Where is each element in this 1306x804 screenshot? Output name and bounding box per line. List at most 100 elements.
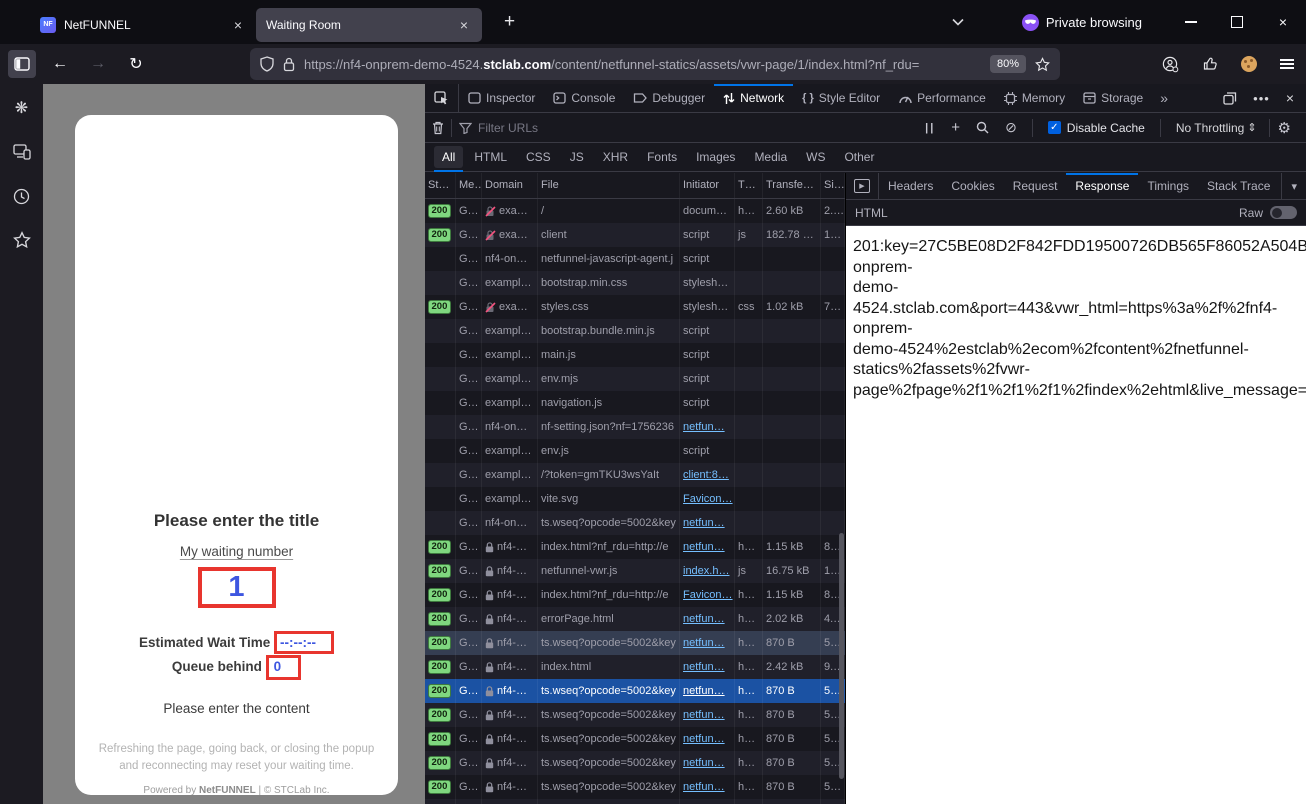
search-icon[interactable] [968, 121, 997, 134]
tab-performance[interactable]: Performance [889, 84, 995, 112]
initiator-link[interactable]: Favicon… [683, 487, 733, 511]
filter-js[interactable]: JS [562, 146, 592, 168]
request-row[interactable]: G…nf4-on…ts.wseq?opcode=5002&keynetfun… [425, 511, 845, 535]
filter-urls-input[interactable]: Filter URLs [478, 121, 538, 135]
tab-close-icon[interactable]: × [456, 16, 472, 34]
filter-media[interactable]: Media [746, 146, 795, 168]
request-row[interactable]: 200G…nf4-…ts.wseq?opcode=5002&keynetfun…… [425, 679, 845, 703]
history-clock-icon[interactable] [12, 186, 32, 206]
tab-response[interactable]: Response [1066, 173, 1138, 199]
column-status[interactable]: St… [425, 173, 456, 198]
request-row[interactable]: G…nf4-on…nf-setting.json?nf=1756236netfu… [425, 415, 845, 439]
initiator-link[interactable]: Favicon… [683, 583, 733, 607]
initiator-link[interactable]: netfun… [683, 727, 725, 751]
column-transferred[interactable]: Transfe… [763, 173, 821, 198]
initiator-link[interactable]: netfun… [683, 679, 725, 703]
initiator-link[interactable]: netfun… [683, 631, 725, 655]
tab-cookies[interactable]: Cookies [942, 173, 1003, 199]
request-row[interactable]: 200G…exa…clientscriptjs182.78 …1… [425, 223, 845, 247]
pick-element-icon[interactable] [425, 84, 459, 112]
request-row[interactable]: 200G…nf4-…ts.wseq?opcode=5002&keynetfun…… [425, 631, 845, 655]
request-row[interactable]: 200G…nf4-…index.html?nf_rdu=http://enetf… [425, 535, 845, 559]
forward-button[interactable]: → [84, 50, 112, 78]
initiator-link[interactable]: netfun… [683, 703, 725, 727]
sidebar-toggle-icon[interactable] [8, 50, 36, 78]
request-row[interactable]: 200G…nf4-…index.html?nf_rdu=http://eFavi… [425, 583, 845, 607]
list-all-tabs-icon[interactable] [952, 18, 964, 26]
tab-waiting-room[interactable]: Waiting Room × [256, 8, 482, 42]
clear-requests-trash-icon[interactable] [432, 121, 444, 135]
request-row[interactable]: 200G…nf4-…ts.wseq?opcode=5002&keynetfun…… [425, 703, 845, 727]
tab-console[interactable]: Console [544, 84, 624, 112]
request-row[interactable]: G…exampl…main.jsscript [425, 343, 845, 367]
request-row[interactable]: G…exampl…bootstrap.min.cssstylesh… [425, 271, 845, 295]
request-row[interactable]: 200G…exa…styles.cssstylesh…css1.02 kB7… [425, 295, 845, 319]
initiator-link[interactable]: client:8… [683, 463, 729, 487]
details-dropdown-icon[interactable]: ▾ [1281, 173, 1306, 199]
request-row[interactable]: 200G…nf4-…ts.wseq?opcode=5002&keynetfun…… [425, 751, 845, 775]
url-bar[interactable]: https://nf4-onprem-demo-4524.stclab.com/… [250, 48, 1060, 80]
request-row[interactable]: 200G…nf4-…errorPage.htmlnetfun…h…2.02 kB… [425, 607, 845, 631]
initiator-link[interactable]: netfun… [683, 799, 725, 804]
maximize-button[interactable] [1214, 0, 1260, 44]
request-row[interactable]: G…exampl…/?token=gmTKU3wsYaItclient:8… [425, 463, 845, 487]
throttling-select[interactable]: No Throttling ⇕ [1168, 121, 1265, 135]
tab-timings[interactable]: Timings [1138, 173, 1198, 199]
pause-traffic-icon[interactable]: || [917, 122, 943, 134]
filter-all[interactable]: All [434, 146, 463, 168]
bookmarks-star-icon[interactable] [12, 230, 32, 250]
initiator-link[interactable]: index.h… [683, 559, 729, 583]
filter-ws[interactable]: WS [798, 146, 833, 168]
disable-cache-checkbox[interactable]: ✓ [1048, 121, 1061, 134]
request-row[interactable]: G…exampl…env.mjsscript [425, 367, 845, 391]
request-row[interactable]: 200G…nf4-…netfunnel-vwr.jsindex.h…js16.7… [425, 559, 845, 583]
extension-icon[interactable] [1202, 56, 1218, 72]
ai-chatbot-icon[interactable]: ❋ [12, 98, 32, 118]
zoom-level-badge[interactable]: 80% [990, 55, 1026, 73]
filter-images[interactable]: Images [688, 146, 743, 168]
request-row[interactable]: 200G…nf4-…ts.wseq?opcode=5002&keynetfun…… [425, 727, 845, 751]
synced-tabs-icon[interactable] [12, 142, 32, 162]
new-tab-button[interactable]: + [496, 11, 523, 33]
column-domain[interactable]: Domain [482, 173, 538, 198]
column-size[interactable]: Si… [821, 173, 845, 198]
initiator-link[interactable]: netfun… [683, 415, 725, 439]
tab-request[interactable]: Request [1004, 173, 1067, 199]
request-row[interactable]: 200G…nf4-…ts.wseq?opcode=5002&keynetfun…… [425, 799, 845, 804]
tab-headers[interactable]: Headers [879, 173, 942, 199]
menu-icon[interactable] [1280, 56, 1294, 71]
filter-css[interactable]: CSS [518, 146, 559, 168]
column-initiator[interactable]: Initiator [680, 173, 735, 198]
request-row[interactable]: 200G…exa…/docum…h…2.60 kB2.… [425, 199, 845, 223]
filter-html[interactable]: HTML [466, 146, 515, 168]
resend-request-icon[interactable]: ▶ [846, 173, 879, 199]
tab-close-icon[interactable]: × [230, 16, 246, 34]
more-tabs-chevron-icon[interactable]: » [1152, 84, 1176, 112]
request-row[interactable]: G…exampl…navigation.jsscript [425, 391, 845, 415]
shield-icon[interactable] [260, 56, 274, 72]
filter-other[interactable]: Other [836, 146, 882, 168]
lock-icon[interactable] [283, 57, 295, 72]
initiator-link[interactable]: netfun… [683, 535, 725, 559]
tab-netfunnel[interactable]: NF NetFUNNEL × [30, 8, 256, 42]
back-button[interactable]: ← [46, 50, 74, 78]
add-request-icon[interactable]: + [943, 119, 968, 136]
request-row[interactable]: 200G…nf4-…ts.wseq?opcode=5002&keynetfun…… [425, 775, 845, 799]
initiator-link[interactable]: netfun… [683, 655, 725, 679]
account-icon[interactable] [1162, 56, 1179, 73]
minimize-button[interactable] [1168, 0, 1214, 44]
request-row[interactable]: G…exampl…bootstrap.bundle.min.jsscript [425, 319, 845, 343]
initiator-link[interactable]: netfun… [683, 607, 725, 631]
devtools-menu-icon[interactable]: ••• [1247, 91, 1276, 106]
column-file[interactable]: File [538, 173, 680, 198]
devtools-close-icon[interactable]: × [1280, 90, 1300, 106]
bookmark-star-icon[interactable] [1035, 57, 1050, 72]
initiator-link[interactable]: netfun… [683, 775, 725, 799]
tab-network[interactable]: Network [714, 84, 793, 112]
tab-memory[interactable]: Memory [995, 84, 1074, 112]
tab-inspector[interactable]: Inspector [459, 84, 544, 112]
block-requests-icon[interactable]: ⊘ [997, 119, 1025, 136]
request-row[interactable]: G…nf4-on…netfunnel-javascript-agent.jscr… [425, 247, 845, 271]
cookie-icon[interactable] [1241, 56, 1257, 72]
split-console-icon[interactable] [1217, 92, 1243, 105]
